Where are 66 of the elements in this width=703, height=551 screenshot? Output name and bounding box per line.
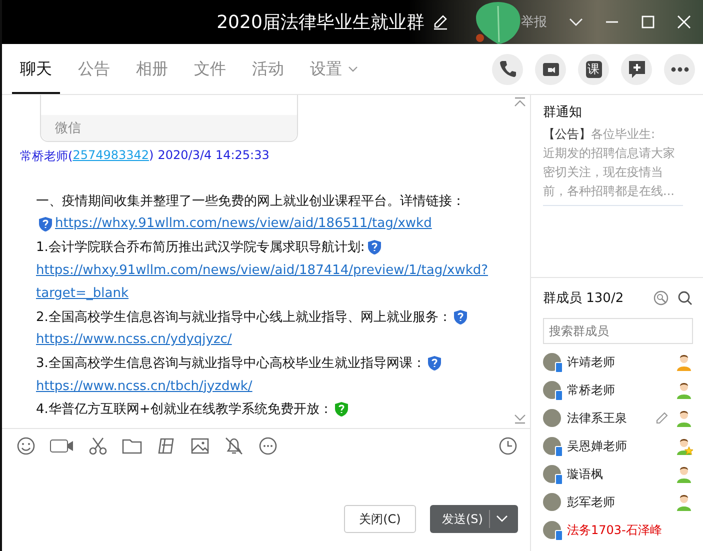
member-search-field[interactable]: 搜索群成员 xyxy=(543,318,693,344)
member-name: 璇语枫 xyxy=(567,466,604,482)
scissors-icon[interactable] xyxy=(88,436,108,456)
sender-id-link[interactable]: 2574983342 xyxy=(72,148,150,165)
message-text: 2.全国高校学生信息咨询与就业指导中心线上就业指导、网上就业服务： xyxy=(36,308,452,326)
add-message-icon xyxy=(626,59,646,79)
clock-icon[interactable] xyxy=(498,436,518,456)
avatar-photo xyxy=(543,493,561,511)
link[interactable]: https://www.ncss.cn/ydyqjyzc/ xyxy=(36,332,232,348)
member-row[interactable]: 常桥老师 xyxy=(543,376,693,404)
search-icon[interactable] xyxy=(677,290,693,306)
message-time: 2020/3/4 14:25:33 xyxy=(158,148,270,164)
member-name: 彭军老师 xyxy=(567,494,616,510)
member-row[interactable]: 许靖老师 xyxy=(543,348,693,376)
avatar-photo xyxy=(543,409,561,427)
more-icon[interactable] xyxy=(258,436,278,456)
close-icon[interactable] xyxy=(677,15,691,29)
tab[interactable]: 聊天 xyxy=(12,44,60,94)
members-title: 群成员 130/2 xyxy=(543,290,625,307)
tab[interactable]: 文件 xyxy=(186,44,234,94)
member-row[interactable]: 法律系王泉 xyxy=(543,404,693,432)
member-name: 法律系王泉 xyxy=(567,410,628,426)
course-button[interactable]: 课 xyxy=(578,54,609,84)
member-name: 许靖老师 xyxy=(567,354,616,370)
paren-text: ) xyxy=(149,148,154,164)
member-row[interactable]: 吴恩婵老师 xyxy=(543,432,693,460)
notice-title: 群通知 xyxy=(543,104,583,121)
member-row[interactable]: 璇语枫 xyxy=(543,460,693,488)
message-text: 一、疫情期间收集并整理了一些免费的网上就业创业课程平台。详情链接： xyxy=(36,192,465,210)
tab[interactable]: 公告 xyxy=(70,44,118,94)
more-icon xyxy=(670,66,688,72)
member-name: 常桥老师 xyxy=(567,382,616,398)
member-name: 吴恩婵老师 xyxy=(567,438,628,454)
member-row[interactable]: 彭军老师 xyxy=(543,488,693,516)
image-icon[interactable] xyxy=(190,436,210,456)
maximize-icon[interactable] xyxy=(641,15,655,29)
message-text: 3.全国高校学生信息咨询与就业指导中心高校毕业生就业指导网课： xyxy=(36,354,426,372)
member-name: 法务1703-石泽峰 xyxy=(567,522,663,538)
message-text: 4.华普亿方互联网+创就业在线教学系统免费开放： xyxy=(36,400,332,418)
link[interactable]: https://whxy.91wllm.com/news/view/aid/186511/tag/xwkd xyxy=(55,216,432,232)
phone-icon xyxy=(498,59,518,79)
link[interactable]: https://www.ncss.cn/tbch/jyzdwk/ xyxy=(36,378,252,394)
chevron-down-icon[interactable] xyxy=(569,17,583,27)
tab[interactable]: 活动 xyxy=(244,44,292,94)
tab[interactable]: 相册 xyxy=(128,44,176,94)
muted-bell-icon[interactable] xyxy=(224,436,244,456)
send-button[interactable]: 发送(S) xyxy=(430,505,518,533)
sender-name[interactable]: 常桥老师( xyxy=(20,148,73,165)
collapse-up-icon[interactable] xyxy=(514,97,526,107)
notice-text[interactable]: 【公告】各位毕业生: 近期发的招聘信息请大家密切关注，现在疫情当前，各种招聘都是在线... xyxy=(543,125,683,206)
scroll-down-icon[interactable] xyxy=(514,414,526,424)
tab[interactable]: 设置 xyxy=(302,44,366,94)
more-button[interactable] xyxy=(664,54,695,84)
close-button[interactable]: 关闭(C) xyxy=(344,505,416,533)
report-link[interactable]: 举报 xyxy=(521,13,547,31)
member-row[interactable]: 法务1703-石泽峰 xyxy=(543,516,693,544)
video-button[interactable] xyxy=(535,54,566,84)
card-footer: 微信 xyxy=(41,115,297,141)
emoji-icon[interactable] xyxy=(16,436,36,456)
phone-button[interactable] xyxy=(492,54,523,84)
link[interactable]: https://whxy.91wllm.com/news/view/aid/187414/preview/1/tag/xwkd? xyxy=(36,262,488,278)
window-title: 2020届法律毕业生就业群 xyxy=(216,11,424,34)
link[interactable]: target=_blank xyxy=(36,286,129,301)
add-message-button[interactable] xyxy=(621,54,652,84)
message-text: 1.会计学院联合乔布简历推出武汉学院专属求职导航计划: xyxy=(36,238,365,256)
member-settings-icon[interactable] xyxy=(653,290,669,306)
